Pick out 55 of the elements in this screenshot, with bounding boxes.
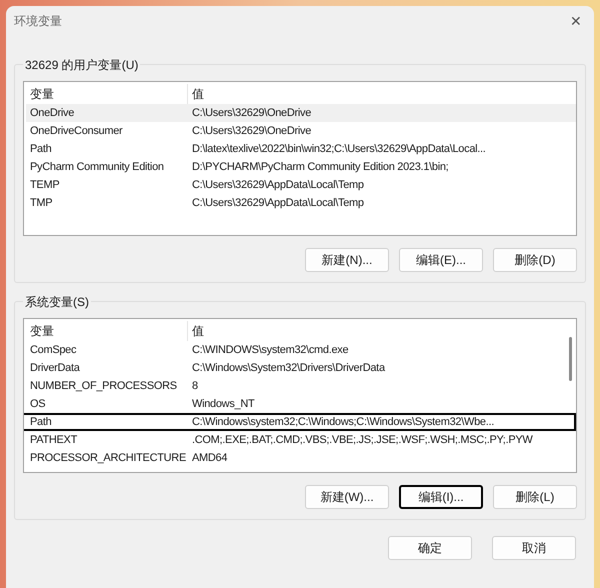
scrollbar-thumb[interactable] [569,337,572,381]
variable-name: NUMBER_OF_PROCESSORS [29,378,178,394]
variable-value: 8 [191,378,198,394]
variable-row[interactable]: OneDriveConsumer C:\Users\32629\OneDrive [26,122,576,140]
variable-row[interactable]: OneDrive C:\Users\32629\OneDrive [26,104,576,122]
variable-name: DriverData [29,360,81,376]
column-header[interactable]: 值 [188,84,576,104]
variable-name: Path [29,414,52,430]
column-header[interactable]: 变量 [26,321,188,341]
variable-name: OS [29,396,46,412]
close-button[interactable]: ✕ [566,10,586,32]
variable-value: D:\PYCHARM\PyCharm Community Edition 2023.1\bin; [191,160,448,175]
dialog-button[interactable]: 删除(L) [493,485,577,509]
variable-value: C:\Windows\system32;C:\Windows;C:\Windows\System32\Wbe... [191,414,494,430]
variable-row[interactable]: NUMBER_OF_PROCESSORS 8 [26,377,576,395]
dialog-button[interactable]: 取消 [492,536,576,560]
dialog-button[interactable]: 新建(W)... [305,485,389,509]
variable-row[interactable]: PROCESSOR_ARCHITECTURE AMD64 [26,449,576,467]
column-header[interactable]: 值 [188,321,576,341]
variable-name: PROCESSOR_ARCHITECTURE [29,450,187,466]
variable-row[interactable]: Path D:\latex\texlive\2022\bin\win32;C:\Users\32629\AppData\Local... [26,140,576,158]
variable-row[interactable]: DriverData C:\Windows\System32\Drivers\DriverData [26,359,576,377]
variable-value: D:\latex\texlive\2022\bin\win32;C:\Users\32629\AppData\Local... [191,142,486,157]
variable-name: Path [29,142,52,157]
dialog-button[interactable]: 编辑(E)... [399,248,483,272]
variable-value: Windows_NT [191,396,254,412]
variable-value: C:\WINDOWS\system32\cmd.exe [191,342,348,358]
variable-value: C:\Users\32629\OneDrive [191,124,312,139]
dialog-button[interactable]: 删除(D) [493,248,577,272]
variable-row[interactable]: PATHEXT .COM;.EXE;.BAT;.CMD;.VBS;.VBE;.JS;.JSE;.WSF;.WSH;.MSC;.PY;.PYW [26,431,576,449]
window-title: 环境变量 [14,13,62,30]
variable-name: PyCharm Community Edition [29,160,165,175]
variable-name: OneDrive [29,106,76,121]
variable-value: C:\Windows\System32\Drivers\DriverData [191,360,385,376]
variable-value: C:\Users\32629\AppData\Local\Temp [191,196,364,211]
group-title: 32629 的用户变量(U) [23,56,140,74]
variable-value: .COM;.EXE;.BAT;.CMD;.VBS;.VBE;.JS;.JSE;.WSF;.WSH;.MSC;.PY;.PYW [191,432,532,448]
variable-value: AMD64 [191,450,228,466]
variable-name: TMP [29,196,54,211]
variable-row[interactable]: Path C:\Windows\system32;C:\Windows;C:\Windows\System32\Wbe... [24,413,576,431]
dialog-button[interactable]: 确定 [388,536,472,560]
variable-row[interactable]: TEMP C:\Users\32629\AppData\Local\Temp [26,176,576,194]
variable-row[interactable]: PyCharm Community Edition D:\PYCHARM\PyCharm Community Edition 2023.1\bin; [26,158,576,176]
dialog-button[interactable]: 编辑(I)... [399,485,483,509]
variable-name: PATHEXT [29,432,78,448]
variable-value: C:\Users\32629\OneDrive [191,106,312,121]
variable-name: TEMP [29,178,60,193]
variable-value: C:\Users\32629\AppData\Local\Temp [191,178,364,193]
variable-row[interactable]: TMP C:\Users\32629\AppData\Local\Temp [26,194,576,212]
variable-name: ComSpec [29,342,78,358]
group-title: 系统变量(S) [23,293,91,311]
dialog-button[interactable]: 新建(N)... [305,248,389,272]
variable-row[interactable]: ComSpec C:\WINDOWS\system32\cmd.exe [26,341,576,359]
variable-name: OneDriveConsumer [29,124,124,139]
variable-row[interactable]: OS Windows_NT [26,395,576,413]
